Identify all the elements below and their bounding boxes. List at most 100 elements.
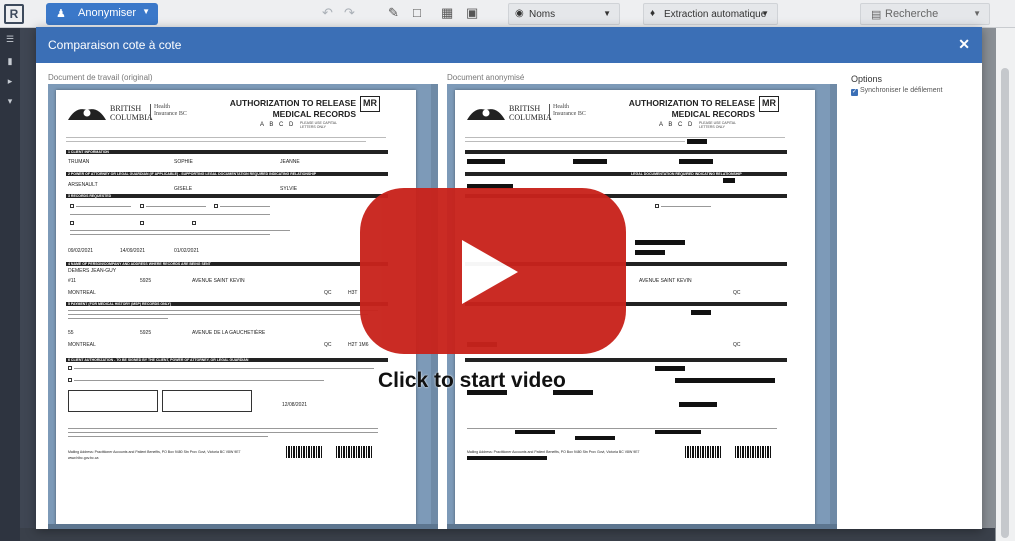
bc-logo-icon [68,109,106,120]
panel-scrollbar-h[interactable] [447,524,837,529]
abcd-sample: A B C D [260,122,296,128]
checkbox [140,204,144,208]
checkbox [655,204,659,208]
redaction [515,430,555,434]
top-toolbar: R ♟ Anonymiser ▼ ↶ ↷ ✎ □ ▦ ▣ ◉ Noms ▼ ♦ … [0,0,1015,28]
barcode [685,446,721,458]
unit-value: #11 [68,278,76,284]
redaction [655,430,701,434]
names-dropdown[interactable]: ◉ Noms ▼ [508,3,620,25]
checkbox-label-line [146,206,206,207]
scrollbar-thumb[interactable] [1001,68,1009,538]
panel-scrollbar-h[interactable] [48,524,438,529]
app-logo-icon[interactable]: R [4,4,24,24]
chevron-down-icon[interactable]: ▾ [5,96,15,107]
redaction [691,310,711,315]
crop-icon[interactable]: □ [413,5,421,20]
redaction [635,250,665,255]
footer-address: Mailing Address: Practitioner Accounts a… [68,450,241,454]
text-line [467,428,777,429]
second-name-value: JEANNE [280,159,300,165]
folder-icon[interactable]: ▮ [5,56,15,67]
right-panel-label: Document anonymisé [447,73,525,82]
menu-icon[interactable]: ☰ [5,34,15,45]
recipient-value: DEMERS JEAN-GUY [68,268,117,274]
redaction [723,178,735,183]
pay-city-value: MONTREAL [68,342,96,348]
chevron-right-icon[interactable]: ▸ [5,76,15,87]
redaction [675,378,775,383]
section-3-title: 3 RECORDS REQUESTED [68,194,112,198]
please-use-note: PLEASE USE CAPITAL LETTERS ONLY [300,121,337,129]
modal-title: Comparaison cote à cote [48,38,182,52]
close-icon[interactable]: ✕ [958,36,970,53]
section-2-title: 2 POWER OF ATTORNEY OR LEGAL GUARDIAN (I… [68,172,317,176]
bc-name: BRITISH COLUMBIA [509,104,552,122]
checkbox [68,378,72,382]
modal-header: Comparaison cote à cote ✕ [36,27,982,63]
chat-icon[interactable]: ▣ [466,5,478,21]
anon-street-value: AVENUE SAINT KEVIN [639,278,692,284]
bottom-bar [20,528,995,541]
pay-postal-value: H2T 1M6 [348,342,369,348]
redaction [679,402,717,407]
footer-website: www.hibc.gov.bc.ca [68,456,99,460]
redaction [575,436,615,440]
mr-box: MR [360,96,380,112]
checkbox [70,204,74,208]
redaction [467,159,505,164]
checkbox [70,221,74,225]
section-2-title-tail: LEGAL DOCUMENTATION REQUIRED INDICATING … [631,172,742,176]
redo-icon[interactable]: ↷ [344,5,355,21]
pay-prov-value: QC [324,342,332,348]
document-title: AUTHORIZATION TO RELEASE MEDICAL RECORDS [628,98,755,119]
video-caption[interactable]: Click to start video [378,369,566,393]
search-label: Recherche [885,8,939,20]
sync-scroll-label: Synchroniser le défilement [860,87,943,94]
search-dropdown[interactable]: ▤ Recherche ▼ [860,3,990,25]
text-line [68,314,368,315]
anon-pay-prov-value: QC [733,342,741,348]
street-no-value: 5925 [140,278,152,284]
chevron-down-icon: ▼ [603,9,611,18]
from-date-value: 14/09/2021 [120,248,146,254]
text-line [70,214,270,215]
panel-scrollbar[interactable] [830,84,837,529]
checkbox [68,366,72,370]
pay-no-value: 55 [68,330,74,336]
health-insurance-label: Health Insurance BC [154,104,187,117]
redaction [573,159,607,164]
section-4-title: 4 NAME OF PERSON/COMPANY AND ADDRESS WHE… [68,262,211,266]
to-date-value: 01/02/2021 [174,248,200,254]
text-line [68,436,268,437]
first-name-value: SOPHIE [174,159,193,165]
play-icon [462,240,518,304]
anonymiser-button[interactable]: ♟ Anonymiser ▼ [46,3,158,25]
requested-date-value: 09/02/2021 [68,248,94,254]
logo-divider [150,104,151,120]
search-doc-icon: ▤ [871,9,882,21]
signature-date-value: 12/08/2021 [282,402,308,408]
pay-street-value: AVENUE DE LA GAUCHETIÈRE [192,330,266,336]
intro-line [465,141,685,142]
video-play-button[interactable] [360,188,626,354]
barcode [735,446,771,458]
pay-street-no-value: 5925 [140,330,152,336]
poa-last-value: ARSENAULT [68,182,98,188]
street-value: AVENUE SAINT KEVIN [192,278,245,284]
extraction-label: Extraction automatique [664,9,767,20]
grid-icon[interactable]: ▦ [441,5,453,21]
sync-scroll-checkbox[interactable]: ✓ [851,89,858,96]
anon-prov-value: QC [733,290,741,296]
text-line [70,234,270,235]
redaction [655,366,685,371]
mr-box: MR [759,96,779,112]
intro-line [66,137,386,138]
extraction-dropdown[interactable]: ♦ Extraction automatique ▼ [643,3,778,25]
undo-icon[interactable]: ↶ [322,5,333,21]
left-panel-label: Document de travail (original) [48,73,153,82]
bc-name: BRITISH COLUMBIA [110,104,153,122]
page-scrollbar[interactable] [996,28,1015,541]
sync-scroll-option[interactable]: ✓ Synchroniser le défilement [851,87,943,96]
pencil-icon[interactable]: ✎ [388,5,399,21]
